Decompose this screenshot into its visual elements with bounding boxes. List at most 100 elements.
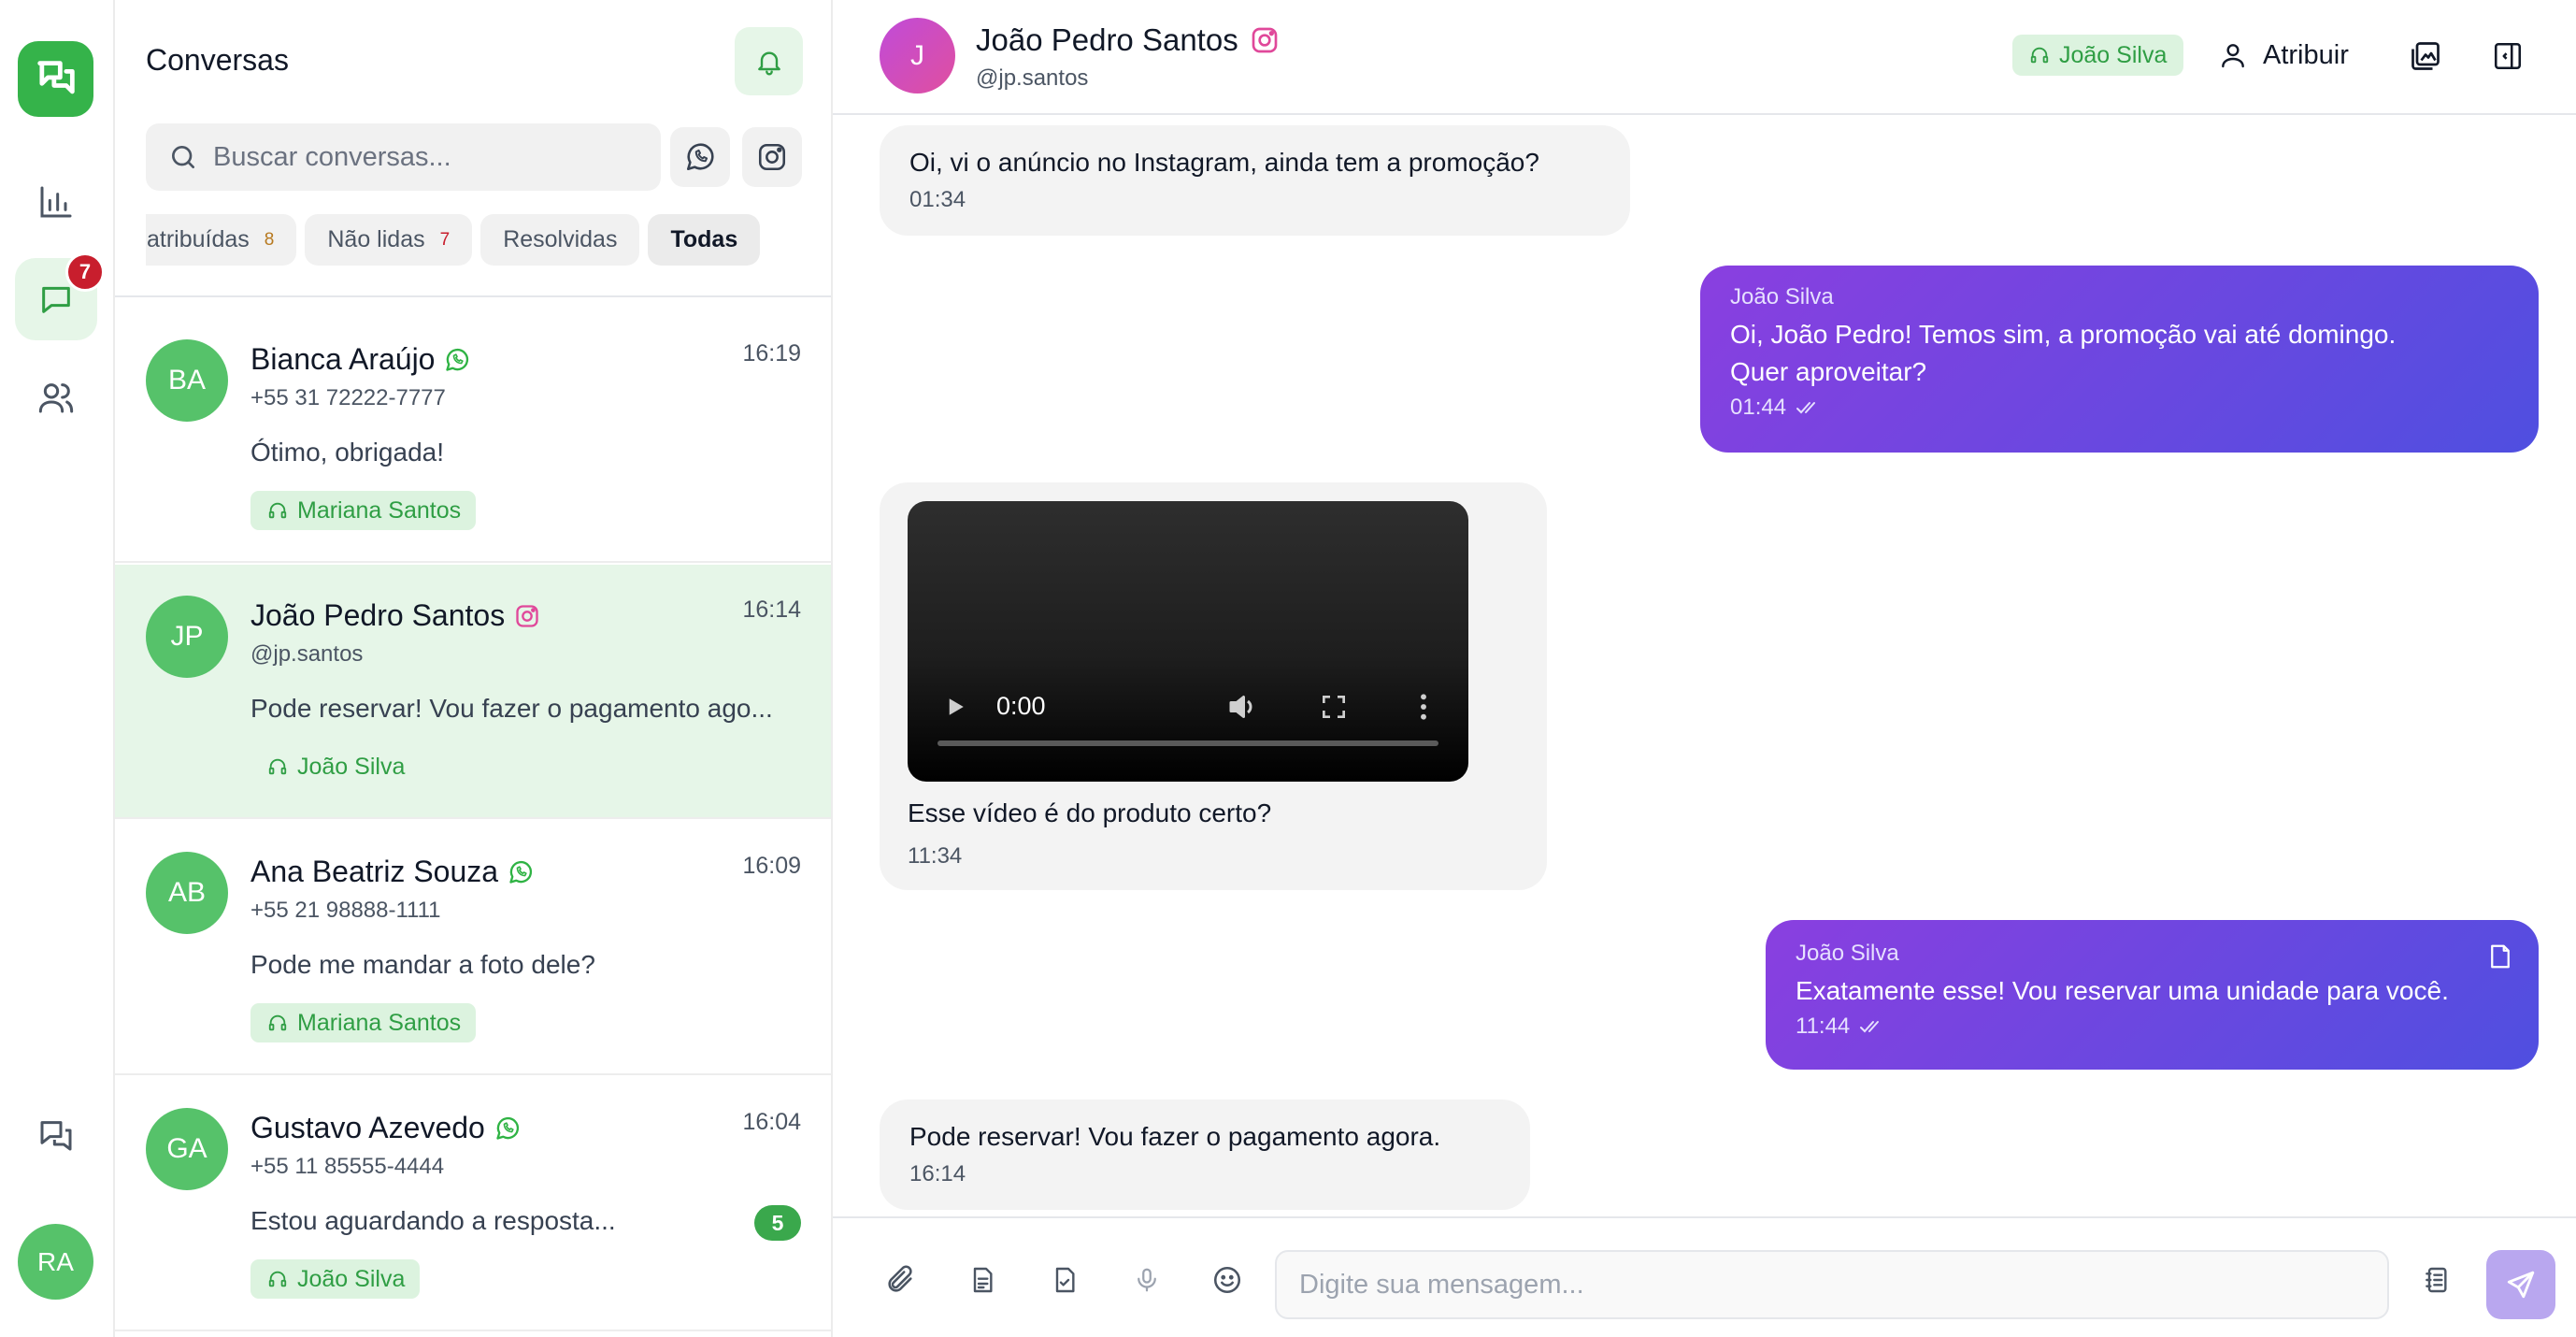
note-icon[interactable] [2486,942,2514,970]
message-outgoing: João Silva Oi, João Pedro! Temos sim, a … [1700,266,2539,453]
message-time: 16:04 [742,1109,801,1135]
fullscreen-icon[interactable] [1319,692,1349,722]
quick-replies-button[interactable] [2416,1259,2457,1301]
notifications-button[interactable] [735,27,803,95]
last-message: Pode me mandar a foto dele? [250,950,595,979]
message-input[interactable] [1275,1250,2389,1319]
whatsapp-icon [496,1116,519,1140]
toggle-sidebar-button[interactable] [2485,34,2530,79]
tab-all[interactable]: Todas [648,214,761,266]
bar-chart-icon [40,186,72,218]
whatsapp-icon [446,348,469,371]
conversation-item[interactable]: GA Gustavo Azevedo +55 11 85555-4444 16:… [115,1077,831,1331]
tab-label: atribuídas [147,226,250,252]
agent-name: João Silva [2059,41,2168,68]
bell-icon [757,51,780,75]
video-player[interactable]: 0:00 [908,501,1468,782]
images-icon [2411,42,2440,70]
panel-toggle-icon [2494,42,2522,70]
nav-messages-secondary[interactable] [15,1094,97,1176]
agent-name: Mariana Santos [297,1009,462,1036]
contact-name: João Pedro Santos [250,598,540,633]
more-vertical-icon[interactable] [1414,692,1433,722]
conversation-item[interactable]: BA Bianca Araújo +55 31 72222-7777 16:19… [115,309,831,563]
headset-icon [268,758,287,775]
template-button[interactable] [1044,1259,1085,1301]
emoji-icon [1213,1266,1241,1294]
divider [115,295,831,297]
contact-name-text: João Pedro Santos [976,22,1238,57]
tab-resolved[interactable]: Resolvidas [480,214,640,266]
message-incoming: Pode reservar! Vou fazer o pagamento ago… [880,1100,1530,1210]
nav-analytics[interactable] [15,161,97,243]
search-input[interactable] [213,141,652,173]
message-text: Oi, João Pedro! Temos sim, a promoção va… [1730,320,2397,349]
notebook-icon [2426,1267,2447,1293]
message-composer [833,1216,2576,1337]
avatar: JP [146,596,228,678]
agent-tag: Mariana Santos [250,491,477,530]
nav-contacts[interactable] [15,356,97,438]
tab-assigned[interactable]: atribuídas 8 [146,214,297,266]
volume-icon[interactable] [1225,690,1259,724]
instagram-icon [1252,27,1278,53]
media-gallery-button[interactable] [2403,34,2448,79]
send-button[interactable] [2486,1250,2555,1319]
avatar: AB [146,852,228,934]
list-title: Conversas [146,43,289,77]
send-icon [2507,1271,2535,1299]
message-time: 01:44 [1730,395,1787,420]
chat-header: J João Pedro Santos @jp.santos João Silv… [833,0,2576,115]
whatsapp-icon [686,143,714,171]
contact-name: Bianca Araújo [250,342,470,377]
user-avatar[interactable]: RA [18,1224,93,1300]
conversation-item-active[interactable]: JP João Pedro Santos @jp.santos 16:14 Po… [115,565,831,819]
tab-count: 8 [264,229,275,250]
message-time: 11:44 [1796,1014,1851,1039]
agent-tag: João Silva [250,747,420,786]
message-time: 01:34 [909,187,966,212]
tab-unread[interactable]: Não lidas 7 [305,214,473,266]
message-text: Oi, vi o anúncio no Instagram, ainda tem… [909,148,1539,177]
messages-icon [40,1121,72,1151]
message-meta: 01:44 [1730,395,2509,421]
contact-phone: +55 21 98888-1111 [250,898,441,923]
voice-record-button[interactable] [1126,1259,1167,1301]
agent-name: Mariana Santos [297,496,462,524]
contact-name-text: João Pedro Santos [250,598,506,632]
agent-tag: Mariana Santos [250,1003,477,1042]
message-text: Quer aproveitar? [1730,357,1927,386]
double-check-icon [1796,402,1816,414]
avatar: BA [146,339,228,422]
user-icon [2222,44,2244,68]
filter-instagram-button[interactable] [742,127,802,187]
agent-name: João Silva [297,753,406,780]
contact-handle: @jp.santos [976,65,1089,91]
last-message: Estou aguardando a resposta... [250,1206,616,1235]
agent-tag: João Silva [250,1259,421,1299]
video-progress-bar[interactable] [937,740,1438,746]
document-button[interactable] [962,1259,1003,1301]
file-text-icon [973,1267,993,1293]
conversation-list-panel: Conversas atribuídas 8 Não lidas 7 R [115,0,833,1337]
nav-rail: 7 RA [0,0,115,1337]
instagram-icon [516,604,538,627]
tab-label: Não lidas [327,226,425,252]
app-logo[interactable] [18,41,93,117]
filter-tabs: atribuídas 8 Não lidas 7 Resolvidas Toda… [146,214,809,266]
attach-button[interactable] [880,1259,921,1301]
contact-name: João Pedro Santos [976,22,1280,58]
play-icon[interactable] [941,691,969,723]
contact-name-text: Bianca Araújo [250,342,436,376]
paperclip-icon [888,1265,912,1292]
conversation-item[interactable]: AB Ana Beatriz Souza +55 21 98888-1111 1… [115,821,831,1075]
conversations-unread-badge: 7 [65,252,105,292]
search-icon [172,146,194,168]
filter-whatsapp-button[interactable] [670,127,730,187]
search-box [146,123,661,191]
emoji-button[interactable] [1207,1259,1248,1301]
assign-button[interactable]: Atribuir [2218,32,2349,79]
last-message: Ótimo, obrigada! [250,438,444,467]
tab-label: Resolvidas [503,226,618,252]
message-outgoing: João Silva Exatamente esse! Vou reservar… [1766,920,2539,1070]
